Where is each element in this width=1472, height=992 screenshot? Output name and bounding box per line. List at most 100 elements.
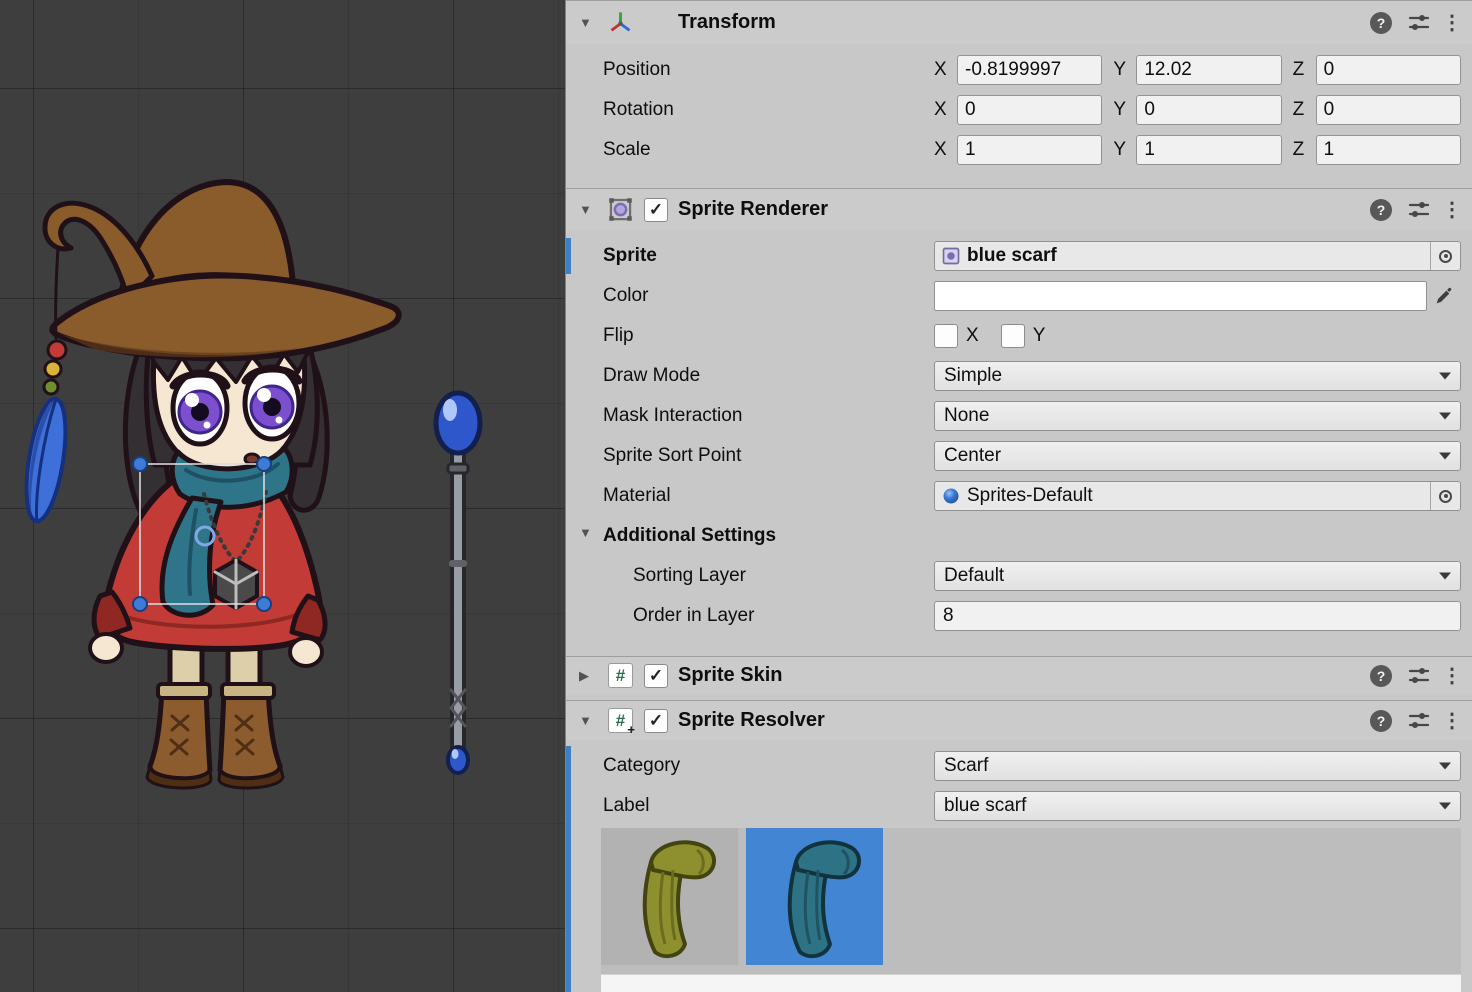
help-icon[interactable]: ?: [1370, 12, 1392, 34]
sprite-thumbnail-blue-scarf[interactable]: [746, 828, 883, 965]
chevron-down-icon: [1439, 453, 1451, 460]
rotation-x-input[interactable]: 0: [957, 95, 1102, 125]
flip-x-checkbox[interactable]: [934, 324, 958, 348]
help-icon[interactable]: ?: [1370, 710, 1392, 732]
category-label: Category: [603, 755, 934, 777]
scene-view[interactable]: [0, 0, 565, 992]
color-swatch[interactable]: [934, 281, 1427, 311]
sorting-layer-value: Default: [944, 565, 1004, 587]
horizontal-scrollbar[interactable]: [601, 974, 1461, 992]
rotation-z-input[interactable]: 0: [1316, 95, 1461, 125]
component-title: Transform: [678, 11, 776, 34]
character-sprite[interactable]: [20, 182, 399, 788]
sprite-renderer-header[interactable]: ▼ ✓ Sprite Renderer ? ⋮: [566, 188, 1472, 230]
chevron-down-icon: [1439, 763, 1451, 770]
menu-icon[interactable]: ⋮: [1442, 708, 1460, 733]
inspector-panel: ▼ Transform ? ⋮ Position X -0.8199997 Y …: [565, 0, 1472, 992]
transform-icon: [607, 9, 634, 36]
mask-interaction-label: Mask Interaction: [603, 405, 934, 427]
presets-icon[interactable]: [1407, 11, 1431, 35]
staff-sprite[interactable]: [436, 393, 480, 773]
flip-y-checkbox[interactable]: [1001, 324, 1025, 348]
object-picker-icon[interactable]: [1430, 482, 1460, 510]
component-enabled-checkbox[interactable]: ✓: [644, 198, 668, 222]
label-value: blue scarf: [944, 795, 1026, 817]
order-in-layer-row: Order in Layer 8: [603, 596, 1461, 636]
help-icon[interactable]: ?: [1370, 199, 1392, 221]
component-enabled-checkbox[interactable]: ✓: [644, 709, 668, 733]
draw-mode-value: Simple: [944, 365, 1002, 387]
scale-label: Scale: [603, 139, 934, 161]
scene-canvas[interactable]: [0, 0, 565, 992]
material-object-name: Sprites-Default: [967, 485, 1093, 507]
sprite-skin-header[interactable]: ▶ # ✓ Sprite Skin ? ⋮: [566, 656, 1472, 694]
additional-settings-row[interactable]: ▼ Additional Settings: [603, 516, 1461, 556]
menu-icon[interactable]: ⋮: [1442, 10, 1460, 35]
sprite-object-field[interactable]: blue scarf: [934, 241, 1461, 271]
foldout-open-icon[interactable]: ▼: [579, 15, 599, 30]
label-dropdown[interactable]: blue scarf: [934, 791, 1461, 821]
material-sphere-icon: [941, 486, 961, 506]
sprite-variant-selector: [601, 828, 1461, 992]
draw-mode-dropdown[interactable]: Simple: [934, 361, 1461, 391]
presets-icon[interactable]: [1407, 709, 1431, 733]
transform-body: Position X -0.8199997 Y 12.02 Z 0 Rotati…: [566, 44, 1472, 177]
sorting-layer-dropdown[interactable]: Default: [934, 561, 1461, 591]
scale-z-input[interactable]: 1: [1316, 135, 1461, 165]
order-in-layer-label: Order in Layer: [603, 605, 934, 627]
order-in-layer-input[interactable]: 8: [934, 601, 1461, 631]
flip-y-label: Y: [1033, 325, 1046, 347]
component-title: Sprite Resolver: [678, 709, 825, 732]
object-picker-icon[interactable]: [1430, 242, 1460, 270]
rotation-y-input[interactable]: 0: [1136, 95, 1281, 125]
sprite-sort-point-value: Center: [944, 445, 1001, 467]
position-row: Position X -0.8199997 Y 12.02 Z 0: [603, 50, 1461, 90]
foldout-open-icon[interactable]: ▼: [579, 525, 592, 540]
help-icon[interactable]: ?: [1370, 665, 1392, 687]
axis-z-label: Z: [1293, 99, 1316, 121]
mask-interaction-value: None: [944, 405, 989, 427]
category-dropdown[interactable]: Scarf: [934, 751, 1461, 781]
corner-handle[interactable]: [133, 597, 147, 611]
menu-icon[interactable]: ⋮: [1442, 197, 1460, 222]
corner-handle[interactable]: [257, 597, 271, 611]
mask-interaction-dropdown[interactable]: None: [934, 401, 1461, 431]
category-value: Scarf: [944, 755, 988, 777]
transform-header[interactable]: ▼ Transform ? ⋮: [566, 0, 1472, 44]
axis-x-label: X: [934, 99, 957, 121]
flip-x-label: X: [966, 325, 979, 347]
presets-icon[interactable]: [1407, 198, 1431, 222]
sprite-thumbnail-green-scarf[interactable]: [601, 828, 738, 965]
sorting-layer-row: Sorting Layer Default: [603, 556, 1461, 596]
material-object-field[interactable]: Sprites-Default: [934, 481, 1461, 511]
corner-handle[interactable]: [133, 457, 147, 471]
position-x-input[interactable]: -0.8199997: [957, 55, 1102, 85]
sprite-row: Sprite blue scarf: [603, 236, 1461, 276]
axis-x-label: X: [934, 139, 957, 161]
chevron-down-icon: [1439, 413, 1451, 420]
menu-icon[interactable]: ⋮: [1442, 663, 1460, 688]
foldout-open-icon[interactable]: ▼: [579, 202, 599, 217]
corner-handle[interactable]: [257, 457, 271, 471]
component-enabled-checkbox[interactable]: ✓: [644, 664, 668, 688]
sprite-resolver-body: Category Scarf Label blue scarf: [566, 740, 1472, 826]
foldout-open-icon[interactable]: ▼: [579, 713, 599, 728]
flip-label: Flip: [603, 325, 934, 347]
scale-y-input[interactable]: 1: [1136, 135, 1281, 165]
scale-x-input[interactable]: 1: [957, 135, 1102, 165]
rotation-row: Rotation X 0 Y 0 Z 0: [603, 90, 1461, 130]
sprite-sort-point-dropdown[interactable]: Center: [934, 441, 1461, 471]
sprite-object-name: blue scarf: [967, 245, 1057, 267]
eyedropper-icon[interactable]: [1427, 281, 1461, 311]
position-y-input[interactable]: 12.02: [1136, 55, 1281, 85]
label-row: Label blue scarf: [603, 786, 1461, 826]
sprite-resolver-header[interactable]: ▼ #+ ✓ Sprite Resolver ? ⋮: [566, 700, 1472, 740]
script-icon: #: [607, 662, 634, 689]
sprite-renderer-body: Sprite blue scarf Color: [566, 230, 1472, 636]
foldout-closed-icon[interactable]: ▶: [579, 668, 599, 684]
position-vector-field: X -0.8199997 Y 12.02 Z 0: [934, 55, 1461, 85]
position-z-input[interactable]: 0: [1316, 55, 1461, 85]
presets-icon[interactable]: [1407, 664, 1431, 688]
component-title: Sprite Skin: [678, 664, 782, 687]
axis-y-label: Y: [1113, 99, 1136, 121]
